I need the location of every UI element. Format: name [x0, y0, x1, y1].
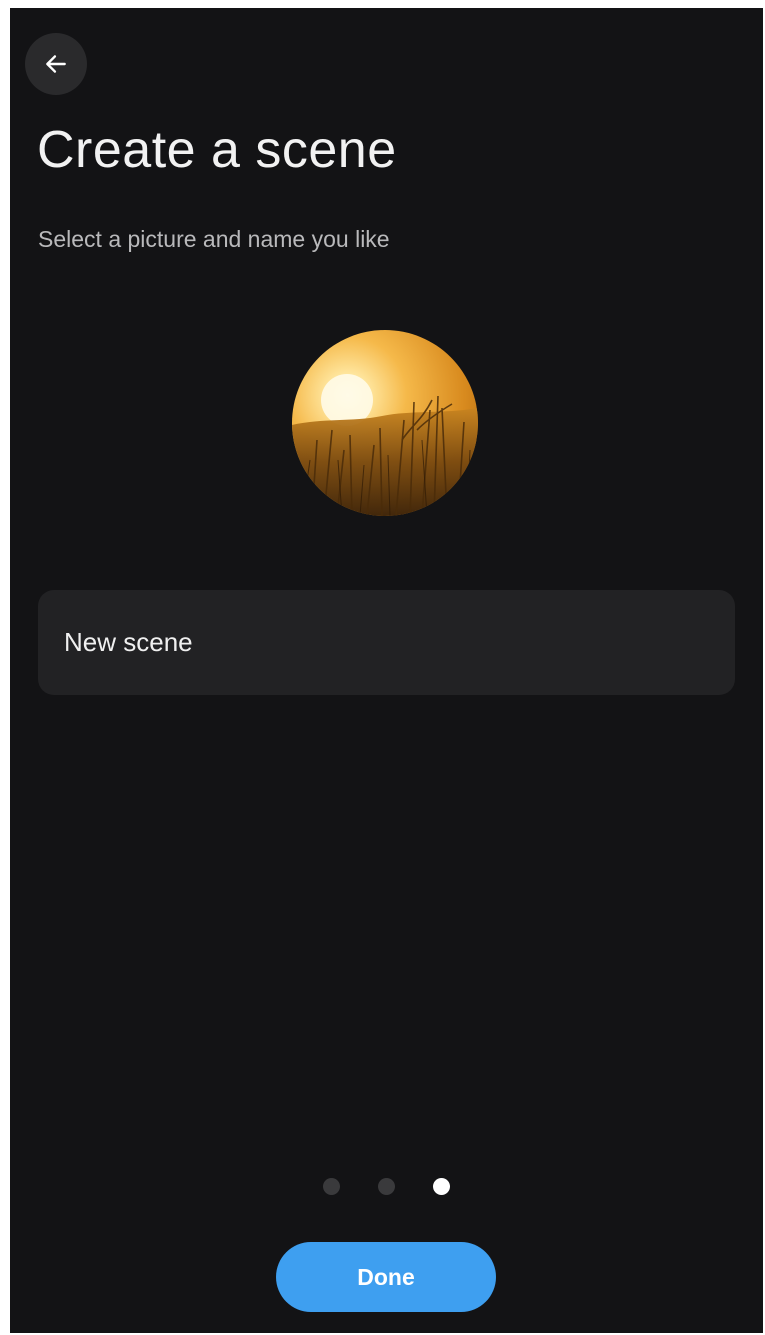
page-dot	[323, 1178, 340, 1195]
sunset-field-picture	[292, 330, 478, 516]
page-dot-active	[433, 1178, 450, 1195]
done-button[interactable]: Done	[276, 1242, 496, 1312]
scene-name-input[interactable]	[64, 627, 709, 658]
page-indicator	[10, 1178, 763, 1195]
back-button[interactable]	[25, 33, 87, 95]
scene-picture[interactable]	[292, 330, 478, 516]
scene-creation-screen: Create a scene Select a picture and name…	[10, 8, 763, 1333]
page-dot	[378, 1178, 395, 1195]
page-subtitle: Select a picture and name you like	[38, 226, 390, 252]
page-title: Create a scene	[37, 121, 397, 179]
scene-name-field[interactable]	[38, 590, 735, 695]
arrow-left-icon	[46, 55, 66, 73]
